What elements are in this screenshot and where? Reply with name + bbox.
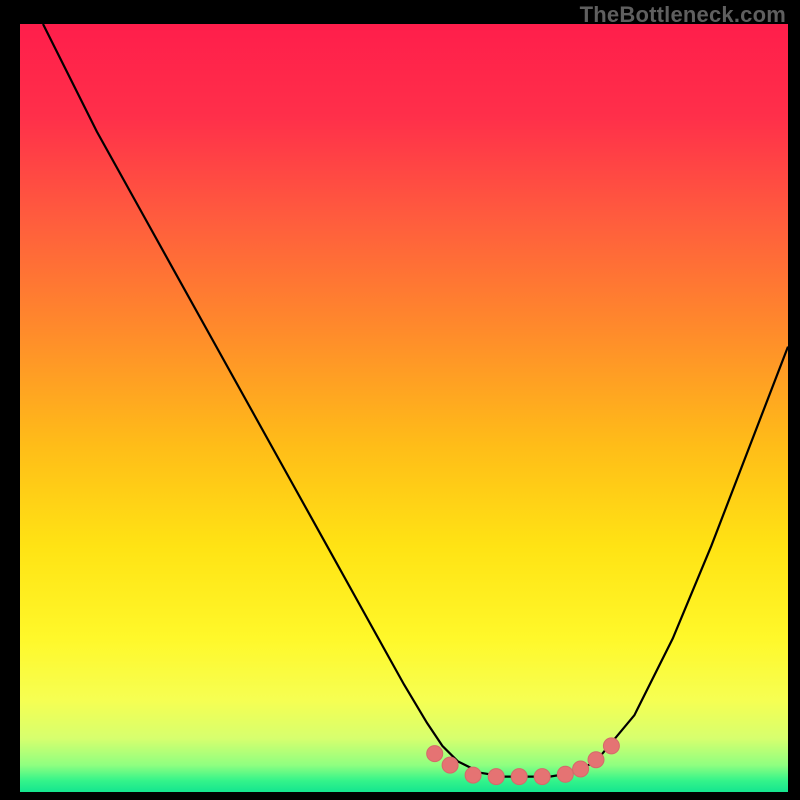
marker-dot <box>603 738 619 754</box>
marker-dot <box>427 746 443 762</box>
marker-dot <box>557 766 573 782</box>
chart-frame <box>20 24 788 792</box>
bottleneck-chart <box>20 24 788 792</box>
marker-dot <box>442 757 458 773</box>
marker-dot <box>588 752 604 768</box>
marker-dot <box>488 769 504 785</box>
marker-dot <box>511 769 527 785</box>
marker-dot <box>573 761 589 777</box>
marker-dot <box>534 769 550 785</box>
marker-dot <box>465 767 481 783</box>
gradient-background <box>20 24 788 792</box>
